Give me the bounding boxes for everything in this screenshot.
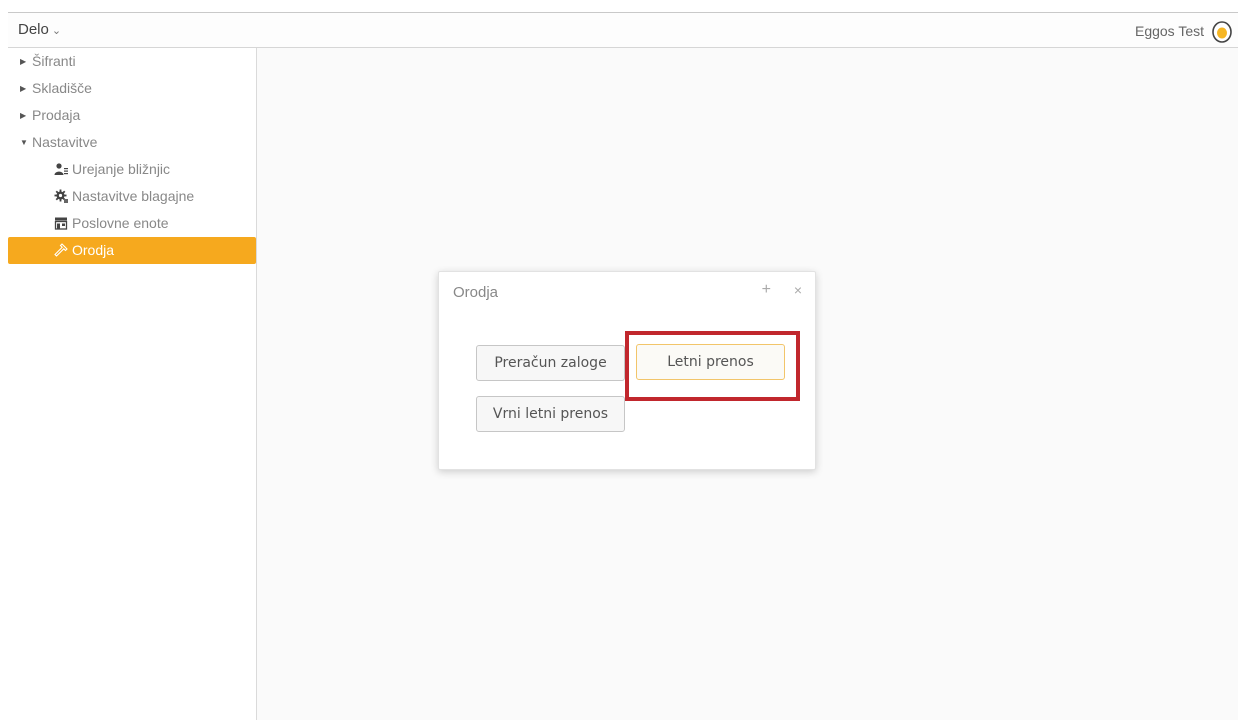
sidebar-item-label: Nastavitve blagajne — [72, 188, 195, 204]
sidebar-item-prodaja[interactable]: ▶ Prodaja — [8, 102, 256, 129]
annual-transfer-button[interactable]: Letni prenos — [636, 344, 785, 380]
sidebar-item-label: Prodaja — [32, 107, 81, 123]
dialog-title: Orodja — [453, 284, 499, 301]
user-list-icon — [54, 163, 68, 175]
user-menu[interactable]: Eggos Test — [1135, 19, 1234, 43]
sidebar-item-skladisce[interactable]: ▶ Skladišče — [8, 75, 256, 102]
caret-right-icon: ▶ — [20, 57, 27, 66]
recalculate-stock-button[interactable]: Preračun zaloge — [476, 345, 625, 381]
caret-down-icon: ▼ — [20, 138, 28, 147]
sidebar-item-nastavitve-blagajne[interactable]: Nastavitve blagajne — [8, 183, 256, 210]
store-icon — [54, 217, 68, 230]
sidebar-nav: ▶ Šifranti ▶ Skladišče ▶ Prodaja ▼ Nasta… — [8, 48, 257, 720]
sidebar-item-nastavitve[interactable]: ▼ Nastavitve — [8, 129, 256, 156]
gear-icon — [54, 189, 68, 203]
sidebar-item-label: Orodja — [72, 242, 115, 258]
delo-menu-label: Delo — [18, 21, 49, 38]
user-name: Eggos Test — [1134, 23, 1204, 39]
hammer-icon — [54, 243, 68, 257]
dialog-close-icon[interactable]: × — [794, 282, 802, 298]
sidebar-item-label: Šifranti — [32, 53, 76, 69]
sidebar-item-label: Skladišče — [32, 80, 92, 96]
sidebar-item-label: Urejanje bližnjic — [72, 161, 171, 177]
delo-menu-button[interactable]: Delo ⌄ — [18, 21, 61, 38]
dialog-maximize-icon[interactable]: + — [762, 281, 771, 299]
caret-right-icon: ▶ — [20, 84, 27, 93]
caret-right-icon: ▶ — [20, 111, 27, 120]
sidebar-item-poslovne-enote[interactable]: Poslovne enote — [8, 210, 256, 237]
egg-logo-icon — [1212, 21, 1232, 43]
chevron-down-icon: ⌄ — [51, 25, 62, 37]
orodja-dialog: Orodja + × Preračun zaloge Letni prenos … — [438, 271, 816, 470]
sidebar-item-urejanje-bliznjic[interactable]: Urejanje bližnjic — [8, 156, 256, 183]
sidebar-item-orodja[interactable]: Orodja — [8, 237, 256, 264]
sidebar-item-label: Poslovne enote — [72, 215, 169, 231]
sidebar-item-label: Nastavitve — [32, 134, 98, 150]
revert-annual-transfer-button[interactable]: Vrni letni prenos — [476, 396, 625, 432]
top-bar: Delo ⌄ Eggos Test — [8, 12, 1238, 48]
sidebar-item-sifranti[interactable]: ▶ Šifranti — [8, 48, 256, 75]
